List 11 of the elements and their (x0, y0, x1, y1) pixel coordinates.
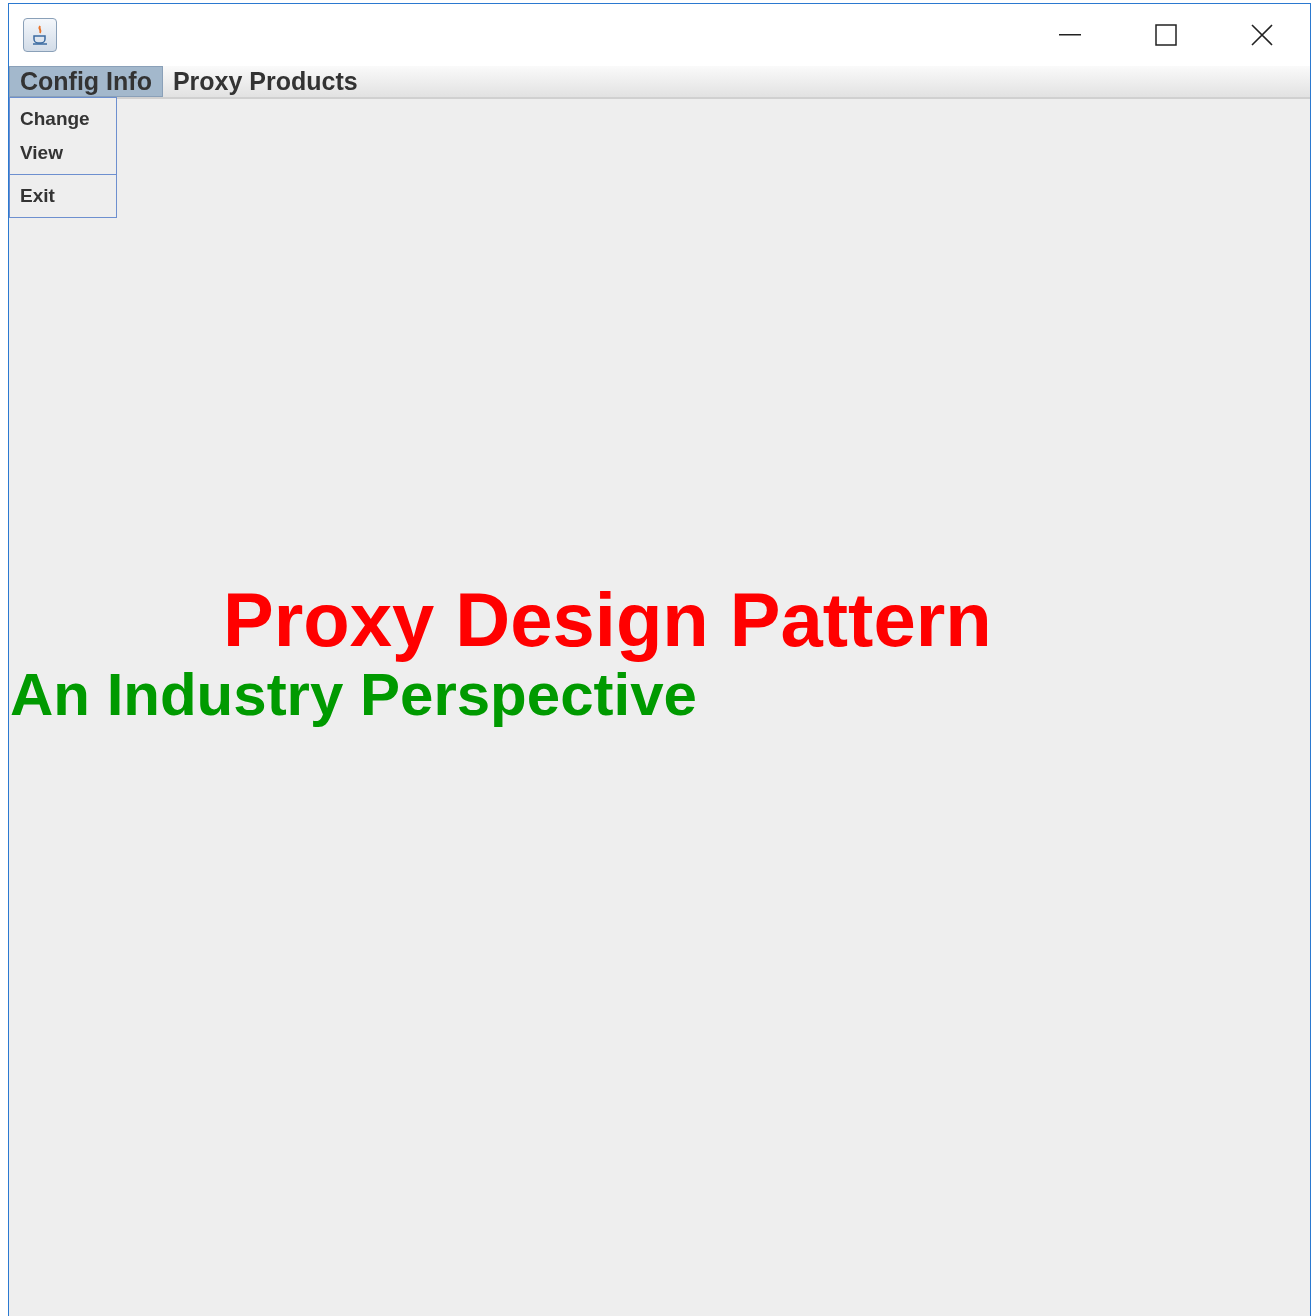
menu-option[interactable]: Change (10, 102, 116, 136)
close-icon (1250, 23, 1274, 47)
maximize-icon (1155, 24, 1177, 46)
menu-option[interactable]: View (10, 136, 116, 170)
menu-item[interactable]: Config Info (9, 66, 163, 97)
menu-item[interactable]: Proxy Products (162, 66, 368, 97)
menu-option[interactable]: Exit (10, 179, 116, 213)
subtitle-text: An Industry Perspective (10, 663, 697, 727)
title-text: Proxy Design Pattern (223, 577, 993, 663)
minimize-icon (1059, 34, 1081, 36)
cup-icon[interactable] (23, 18, 57, 52)
